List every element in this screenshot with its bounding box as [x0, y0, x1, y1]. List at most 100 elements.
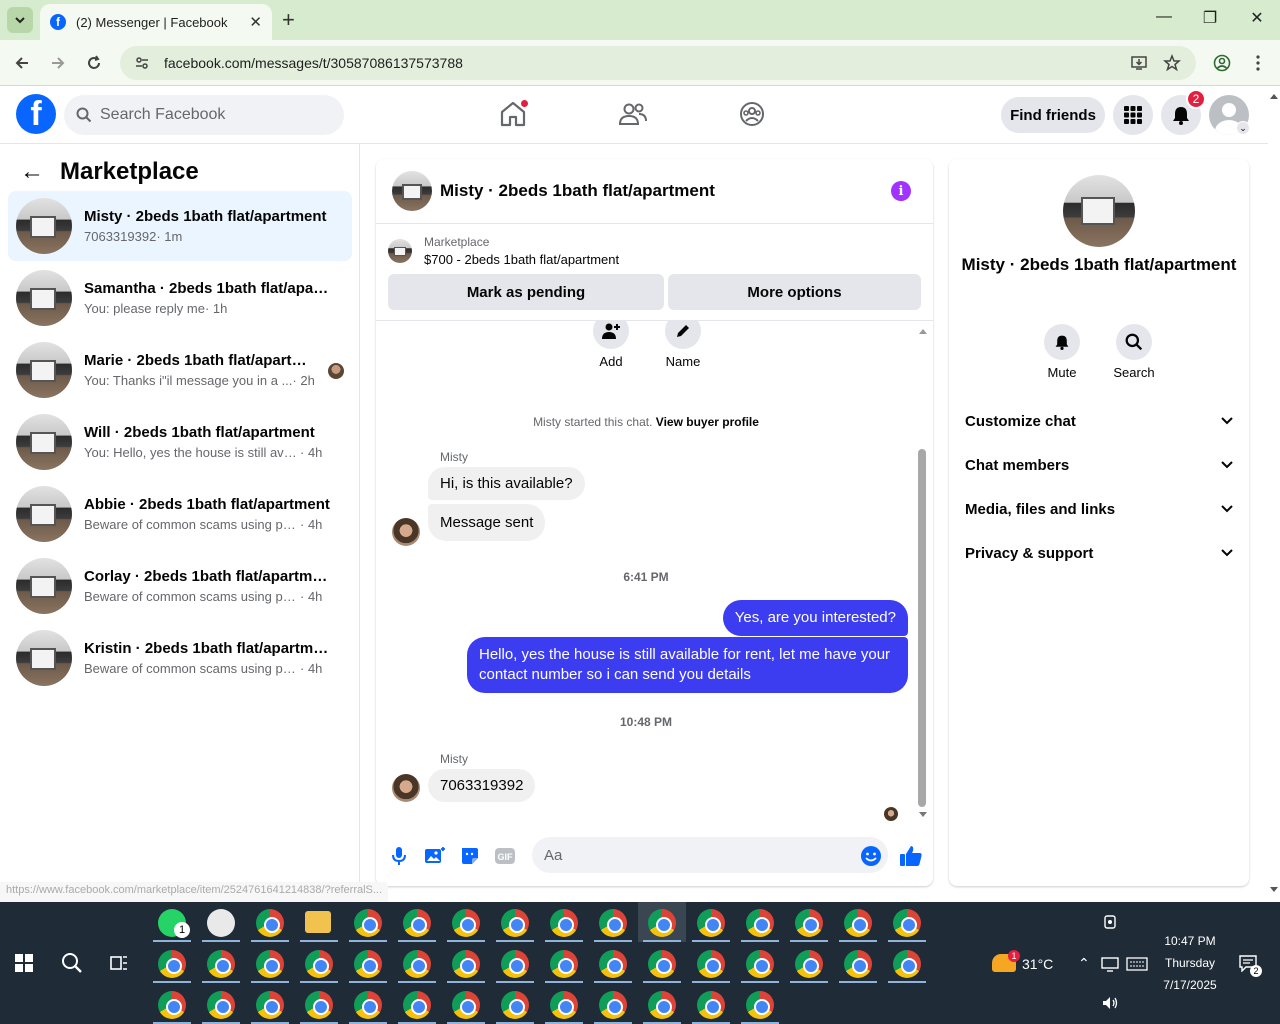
chrome-icon[interactable]: [648, 909, 676, 937]
chrome-icon[interactable]: [746, 909, 774, 937]
site-info-icon[interactable]: [134, 55, 150, 71]
media-files-links-row[interactable]: Media, files and links: [965, 487, 1233, 531]
chrome-icon[interactable]: [844, 909, 872, 937]
outgoing-message[interactable]: Hello, yes the house is still available …: [467, 637, 908, 693]
groups-icon[interactable]: [737, 99, 767, 129]
chat-avatar[interactable]: [392, 171, 432, 211]
chrome-icon[interactable]: [648, 991, 676, 1019]
tab-search-button[interactable]: [7, 7, 33, 33]
chrome-icon[interactable]: [305, 950, 333, 978]
incoming-message[interactable]: Message sent: [428, 504, 546, 541]
chrome-icon[interactable]: [893, 909, 921, 937]
clock-time[interactable]: 10:47 PM: [1160, 934, 1220, 948]
profile-account-button[interactable]: [1210, 51, 1234, 75]
menu-button[interactable]: [1113, 95, 1153, 135]
conversation-item[interactable]: Corlay · 2beds 1bath flat/apartment Bewa…: [8, 551, 352, 621]
restore-window-button[interactable]: ❐: [1200, 8, 1220, 28]
friends-icon[interactable]: [618, 99, 648, 129]
chat-members-row[interactable]: Chat members: [965, 443, 1233, 487]
conversation-avatar[interactable]: [1063, 175, 1135, 247]
scroll-up-icon[interactable]: [918, 327, 928, 335]
mute-button[interactable]: [1044, 324, 1080, 360]
add-people-button[interactable]: [593, 321, 629, 349]
chrome-icon[interactable]: [550, 950, 578, 978]
facebook-search-input[interactable]: Search Facebook: [64, 95, 344, 135]
scroll-down-icon[interactable]: [918, 811, 928, 819]
privacy-support-row[interactable]: Privacy & support: [965, 531, 1233, 575]
file-explorer-icon[interactable]: [305, 911, 331, 933]
conversation-item[interactable]: Abbie · 2beds 1bath flat/apartment Bewar…: [8, 479, 352, 549]
volume-icon[interactable]: [1101, 995, 1119, 1011]
message-scroll-thumb[interactable]: [918, 449, 926, 807]
emoji-icon[interactable]: [860, 845, 882, 867]
chrome-icon[interactable]: [550, 991, 578, 1019]
incoming-message[interactable]: Hi, is this available?: [428, 467, 585, 500]
chrome-icon[interactable]: [697, 991, 725, 1019]
search-in-conversation-button[interactable]: [1116, 324, 1152, 360]
chrome-icon[interactable]: [354, 991, 382, 1019]
chrome-icon[interactable]: [354, 909, 382, 937]
chrome-icon[interactable]: [501, 909, 529, 937]
chrome-icon[interactable]: [501, 991, 529, 1019]
browser-menu-button[interactable]: [1246, 51, 1270, 75]
chat-title[interactable]: Misty · 2beds 1bath flat/apartment: [440, 181, 715, 201]
edit-name-button[interactable]: [665, 321, 701, 349]
conversation-item[interactable]: Marie · 2beds 1bath flat/apartment You: …: [8, 335, 352, 405]
chrome-icon[interactable]: [305, 991, 333, 1019]
bookmark-star-icon[interactable]: [1163, 54, 1181, 72]
conversation-item[interactable]: Will · 2beds 1bath flat/apartment You: H…: [8, 407, 352, 477]
chrome-icon[interactable]: [256, 909, 284, 937]
chrome-icon[interactable]: [403, 909, 431, 937]
chrome-icon[interactable]: [697, 909, 725, 937]
conversation-item[interactable]: Misty · 2beds 1bath flat/apartment 70633…: [8, 191, 352, 261]
thumbs-up-icon[interactable]: [899, 844, 923, 868]
chrome-icon[interactable]: [452, 991, 480, 1019]
minimize-window-button[interactable]: —: [1154, 8, 1174, 26]
chrome-icon[interactable]: [599, 950, 627, 978]
listing-summary[interactable]: Marketplace $700 - 2beds 1bath flat/apar…: [388, 235, 619, 267]
chrome-icon[interactable]: [207, 991, 235, 1019]
page-scrollbar[interactable]: [1268, 86, 1280, 902]
chrome-icon[interactable]: [697, 950, 725, 978]
chrome-icon[interactable]: [158, 991, 186, 1019]
sticker-icon[interactable]: [459, 845, 481, 867]
chrome-icon[interactable]: [354, 950, 382, 978]
windows-start-icon[interactable]: [15, 954, 33, 972]
chrome-icon[interactable]: [893, 950, 921, 978]
more-options-button[interactable]: More options: [668, 274, 921, 310]
back-button[interactable]: [10, 51, 34, 75]
taskbar-search-icon[interactable]: [61, 952, 83, 974]
mark-as-pending-button[interactable]: Mark as pending: [388, 274, 664, 310]
chrome-icon[interactable]: [403, 991, 431, 1019]
microphone-icon[interactable]: [388, 845, 410, 867]
facebook-logo-icon[interactable]: f: [16, 94, 56, 134]
customize-chat-row[interactable]: Customize chat: [965, 399, 1233, 443]
find-friends-button[interactable]: Find friends: [1001, 97, 1105, 133]
conversation-info-icon[interactable]: i: [891, 181, 911, 201]
chrome-icon[interactable]: [648, 950, 676, 978]
scroll-down-icon[interactable]: [1269, 886, 1279, 894]
account-chevron-icon[interactable]: ⌄: [1236, 121, 1250, 135]
chrome-icon[interactable]: [452, 909, 480, 937]
gif-icon[interactable]: GIF: [494, 845, 516, 867]
back-arrow-icon[interactable]: ←: [20, 158, 44, 186]
incoming-message[interactable]: 7063319392: [428, 769, 536, 802]
forward-button[interactable]: [46, 51, 70, 75]
chrome-icon[interactable]: [844, 950, 872, 978]
browser-tab-messenger[interactable]: f (2) Messenger | Facebook ✕: [40, 4, 272, 40]
chrome-icon[interactable]: [746, 950, 774, 978]
network-icon[interactable]: [1101, 956, 1119, 972]
device-icon[interactable]: [1102, 914, 1118, 930]
chrome-icon[interactable]: [550, 909, 578, 937]
photo-icon[interactable]: [423, 845, 445, 867]
app-icon[interactable]: [207, 909, 235, 937]
message-input[interactable]: Aa: [532, 837, 888, 873]
chrome-icon[interactable]: [158, 950, 186, 978]
address-bar[interactable]: facebook.com/messages/t/3058708613757378…: [120, 46, 1196, 80]
chrome-icon[interactable]: [795, 950, 823, 978]
task-view-icon[interactable]: [109, 953, 129, 973]
clock-date[interactable]: 7/17/2025: [1160, 978, 1220, 992]
sender-avatar[interactable]: [392, 774, 420, 802]
chrome-icon[interactable]: [452, 950, 480, 978]
sender-avatar[interactable]: [392, 518, 420, 546]
